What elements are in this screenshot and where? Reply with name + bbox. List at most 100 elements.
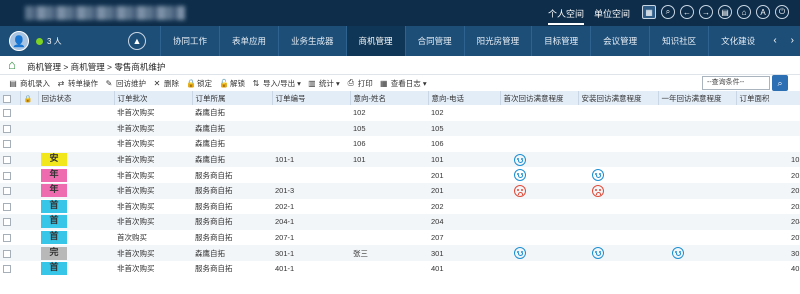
column-header[interactable]: 🔒 [20,91,39,105]
table-row[interactable]: 完 非首次购买森鹰自拓301-1张三301 301.00 [0,245,800,261]
cell-name [350,182,428,199]
row-checkbox-cell[interactable] [0,260,20,277]
home-icon[interactable]: ⌂ [8,58,16,71]
lock-button[interactable]: 🔒 锁定 [186,78,219,89]
column-header[interactable] [0,91,21,105]
row-checkbox[interactable] [3,171,11,180]
table-row[interactable]: 非首次购买 森鹰自拓 105 105 [0,120,800,137]
nav-item[interactable]: 商机管理 [345,26,405,56]
unlock-button[interactable]: 🔓 解锁 [219,78,252,89]
row-checkbox[interactable] [3,249,11,258]
table-row[interactable]: 安非首次购买森鹰自拓101-1101101101.00 [0,151,800,168]
import-export-button[interactable]: ⇅ 导入/导出 ▾ [252,78,308,89]
cell-area [736,120,800,137]
row-checkbox-cell[interactable] [0,182,20,199]
cell-phone: 105 [428,120,500,137]
table-row[interactable]: 年 非首次购买服务商自拓 201 201.00 [0,167,800,183]
entry-button[interactable]: ▤ 商机录入 [9,78,57,89]
power-icon[interactable]: ⏻ [775,5,789,19]
row-lock-cell [20,136,38,152]
row-checkbox-cell[interactable] [0,214,20,230]
cell-no [272,136,350,152]
table-row[interactable]: 年 非首次购买服务商自拓201-3 201 201.00 [0,182,800,199]
row-checkbox-cell[interactable] [0,151,20,168]
table-row[interactable]: 首 非首次购买服务商自拓202-1 202 202.00 [0,198,800,215]
table-row[interactable]: 非首次购买 森鹰自拓 106 106 [0,136,800,152]
cell-area: 207.00 [736,229,800,246]
nav-item[interactable]: 表单应用 [219,26,278,56]
cell-owner: 服务商自拓 [192,214,272,230]
table-row[interactable]: 首 首次购买服务商自拓207-1 207 207.00 [0,229,800,246]
delete-button[interactable]: ✕ 删除 [153,78,186,89]
nav-next-icon[interactable]: › [791,35,794,46]
calendar-icon[interactable]: ▤ [718,5,732,19]
row-checkbox[interactable] [3,265,11,274]
log-button[interactable]: ▦ 查看日志 ▾ [380,78,434,89]
row-checkbox[interactable] [3,156,11,165]
row-checkbox-cell[interactable] [0,120,20,137]
cell-owner: 服务商自拓 [192,260,272,277]
account-icon[interactable]: A [756,5,770,19]
cell-batch: 非首次购买 [114,214,192,230]
row-checkbox[interactable] [3,202,11,211]
status-cell [38,120,114,137]
nav-item[interactable]: 目标管理 [531,26,590,56]
cell-install-satisfaction [578,151,658,168]
column-header: 首次回访满意程度 [500,91,579,105]
nav-item[interactable]: 文化建设 [708,26,767,56]
select-all-checkbox[interactable] [3,94,11,103]
nav-prev-icon[interactable]: ‹ [773,35,776,46]
nav-compass-icon[interactable]: ▲ [128,32,146,50]
nav-item[interactable]: 知识社区 [649,26,708,56]
cell-first-satisfaction [500,229,578,246]
row-checkbox-cell[interactable] [0,245,20,261]
row-lock-cell [20,167,38,183]
online-users[interactable]: 3 人 [36,36,62,47]
home-icon[interactable]: ⌂ [737,5,751,19]
table-row[interactable]: 首 非首次购买服务商自拓204-1 204 204.00 [0,214,800,230]
nav-item[interactable]: 会议管理 [590,26,649,56]
row-checkbox[interactable] [3,187,11,196]
print-label: 打印 [357,78,373,88]
avatar[interactable]: 👤 [9,31,29,51]
row-checkbox[interactable] [3,109,11,118]
nav-item[interactable]: 协同工作 [160,26,219,56]
nav-item[interactable]: 业务生成器 [278,26,346,56]
nav-item[interactable]: 合同管理 [404,26,464,56]
row-lock-cell [20,182,38,199]
row-checkbox-cell[interactable] [0,167,20,183]
cell-name [350,214,428,230]
row-checkbox[interactable] [3,140,11,149]
print-button[interactable]: ⎙ 打印 [347,78,380,89]
forward-icon[interactable]: → [699,5,713,19]
table-row[interactable]: 首 非首次购买服务商自拓401-1 401 401.00 [0,260,800,277]
toolbar: ▤ 商机录入 ⇄ 转单操作 ✎ 回访维护 ✕ 删除 🔒 锁定 🔓 解锁 ⇅ 导入/导出 ▾ ▥ 统计 ▾ ⎙ 打印… [0,75,800,91]
cell-batch: 非首次购买 [114,182,192,199]
grid-icon[interactable]: ▦ [642,5,656,19]
table-row[interactable]: 非首次购买 森鹰自拓 102 102 [0,105,800,121]
transfer-button[interactable]: ⇄ 转单操作 [57,78,105,89]
cell-phone: 106 [428,136,500,152]
cell-batch: 非首次购买 [114,245,192,261]
query-search-button[interactable]: ⌕ [772,75,788,91]
nav-item[interactable]: 阳光房管理 [463,26,532,56]
query-condition-select[interactable]: --查询条件-- [702,76,770,90]
personal-space-link[interactable]: 个人空间 [548,7,585,25]
cell-name [350,198,428,215]
revisit-button[interactable]: ✎ 回访维护 [105,78,153,89]
nav-menu: 协同工作 表单应用 业务生成器 商机管理 合同管理 阳光房管理 目标管理 会议管理 知识社区 文化… [160,26,767,56]
row-checkbox-cell[interactable] [0,136,20,152]
search-icon[interactable]: ⌕ [661,5,675,19]
row-checkbox[interactable] [3,124,11,133]
stats-button[interactable]: ▥ 统计 ▾ [308,78,347,89]
unit-space-link[interactable]: 单位空间 [594,7,630,25]
entry-icon: ▤ [9,78,17,88]
row-checkbox-cell[interactable] [0,229,20,246]
status-badge: 首 [41,199,67,213]
row-checkbox-cell[interactable] [0,105,20,121]
back-icon[interactable]: ← [680,5,694,19]
row-checkbox[interactable] [3,218,11,227]
row-checkbox[interactable] [3,234,11,243]
row-checkbox-cell[interactable] [0,198,20,215]
cell-year-satisfaction [658,182,736,199]
